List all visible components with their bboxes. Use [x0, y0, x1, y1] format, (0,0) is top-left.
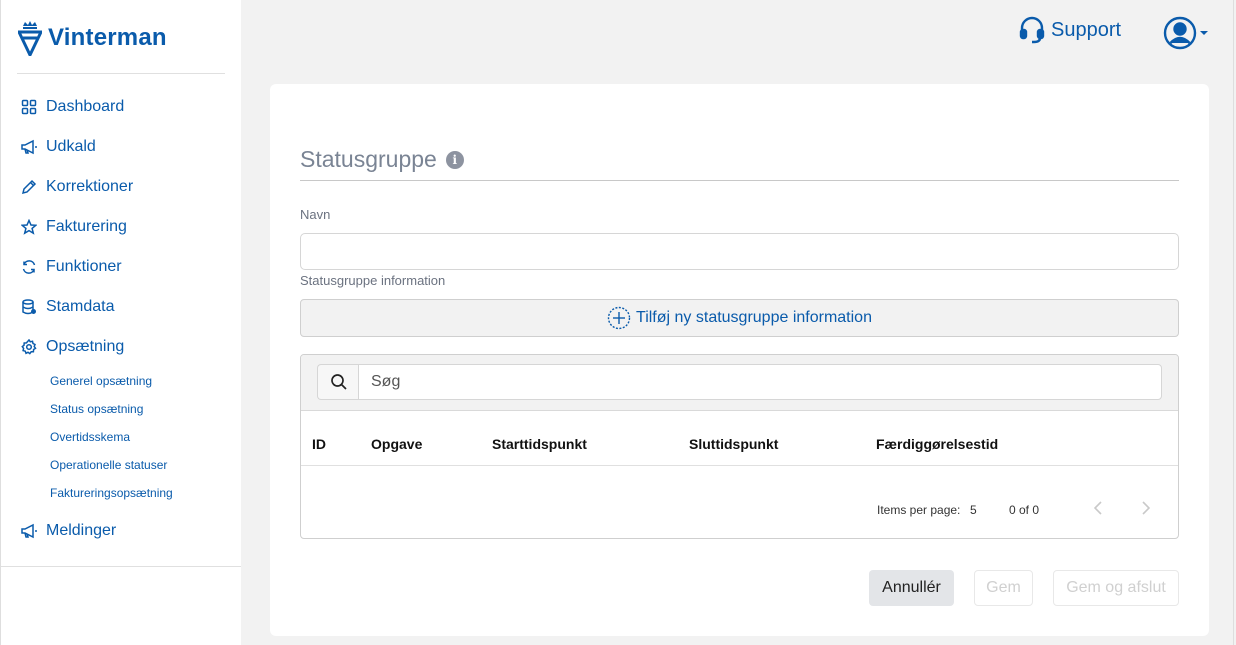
search-icon [330, 374, 347, 390]
info-table: ID Opgave Starttidspunkt Sluttidspunkt F… [300, 354, 1179, 539]
support-link[interactable]: Support [1019, 16, 1121, 44]
pencil-icon [20, 178, 38, 196]
prev-page-button[interactable] [1090, 500, 1106, 516]
sidebar-item-label: Opsætning [46, 338, 125, 355]
sidebar-item-opsaetning[interactable]: Opsætning [20, 335, 124, 359]
sidebar-item-udkald[interactable]: Udkald [20, 135, 96, 159]
search-button[interactable] [317, 364, 359, 400]
column-header-starttidspunkt[interactable]: Starttidspunkt [492, 436, 587, 452]
user-circle-icon [1163, 16, 1197, 50]
sidebar-item-dashboard[interactable]: Dashboard [20, 95, 124, 119]
sidebar-item-label: Udkald [46, 138, 96, 155]
search-input[interactable] [358, 364, 1162, 400]
megaphone-icon [20, 522, 38, 540]
sidebar-item-korrektioner[interactable]: Korrektioner [20, 175, 133, 199]
add-status-info-button[interactable]: Tilføj ny statusgruppe information [300, 299, 1179, 337]
next-page-button[interactable] [1138, 500, 1154, 516]
sidebar-item-label: Stamdata [46, 298, 115, 315]
support-label: Support [1051, 18, 1122, 41]
sidebar-item-label: Fakturering [46, 218, 127, 235]
page-title: Statusgruppe [300, 146, 437, 172]
sidebar-item-funktioner[interactable]: Funktioner [20, 255, 122, 279]
subitem-status-opsaetning[interactable]: Status opsætning [50, 402, 143, 416]
chevron-right-icon [1142, 501, 1150, 515]
sidebar-item-stamdata[interactable]: Stamdata [20, 295, 114, 319]
name-label: Navn [300, 207, 331, 222]
sidebar-item-label: Funktioner [46, 258, 122, 275]
title-divider [300, 180, 1179, 181]
sidebar-item-fakturering[interactable]: Fakturering [20, 215, 127, 239]
add-button-label: Tilføj ny statusgruppe information [636, 309, 872, 326]
column-header-sluttidspunkt[interactable]: Sluttidspunkt [689, 436, 778, 452]
gear-icon [20, 338, 38, 356]
star-icon [20, 218, 38, 236]
column-header-opgave[interactable]: Opgave [371, 436, 422, 452]
save-button[interactable]: Gem [974, 570, 1033, 606]
sidebar-item-meldinger[interactable]: Meldinger [20, 519, 116, 543]
chevron-left-icon [1094, 501, 1102, 515]
crown-v-logo-icon [18, 21, 42, 56]
column-header-id[interactable]: ID [312, 436, 326, 452]
sidebar-divider [1, 566, 241, 567]
subitem-faktureringsopsaetning[interactable]: Faktureringsopsætning [50, 486, 173, 500]
pager-range: 0 of 0 [1009, 503, 1040, 517]
sidebar: Vinterman Dashboard Udkald Korrektioner … [1, 0, 241, 645]
header-divider [301, 465, 1178, 466]
search-bar [301, 355, 1178, 411]
sidebar-item-label: Korrektioner [46, 178, 134, 195]
caret-down-icon [1200, 31, 1208, 35]
save-and-close-button[interactable]: Gem og afslut [1053, 570, 1179, 606]
refresh-icon [20, 258, 38, 276]
headset-icon [1019, 16, 1045, 44]
logo[interactable]: Vinterman [18, 18, 167, 58]
info-icon[interactable]: i [445, 150, 464, 169]
items-per-page-select[interactable]: 5 [970, 503, 977, 517]
megaphone-icon [20, 138, 38, 156]
logo-divider [17, 73, 225, 74]
sidebar-item-label: Dashboard [46, 98, 125, 115]
grid-icon [20, 98, 38, 116]
plus-circle-icon [607, 306, 631, 330]
title-row: Statusgruppe i [300, 146, 464, 173]
sidebar-item-label: Meldinger [46, 522, 117, 539]
subitem-overtidsskema[interactable]: Overtidsskema [50, 430, 130, 444]
info-section-label: Statusgruppe information [300, 273, 446, 288]
subitem-generel-opsaetning[interactable]: Generel opsætning [50, 374, 152, 388]
name-input[interactable] [300, 233, 1179, 270]
brand-name: Vinterman [48, 24, 167, 51]
user-menu[interactable] [1163, 16, 1209, 50]
subitem-operationelle-statuser[interactable]: Operationelle statuser [50, 458, 167, 472]
database-icon [20, 298, 38, 316]
cancel-button[interactable]: Annullér [869, 570, 954, 606]
items-per-page-label: Items per page: [877, 503, 961, 517]
column-header-faerdiggoerelsestid[interactable]: Færdiggørelsestid [876, 436, 998, 452]
